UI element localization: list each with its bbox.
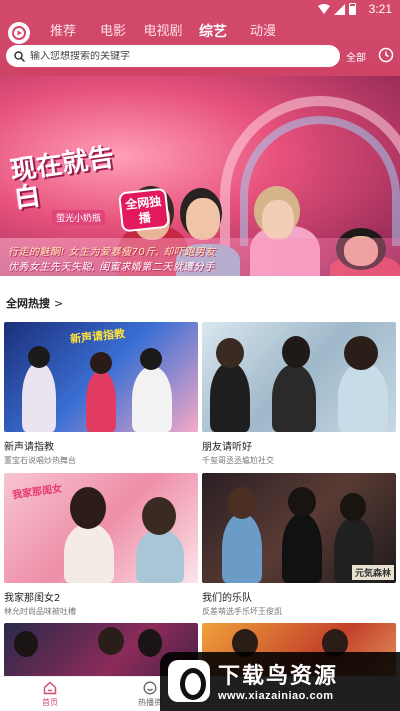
- video-description: 反差萌选手乐坏王俊凯: [202, 607, 282, 616]
- nav-home[interactable]: 首页: [20, 681, 80, 708]
- video-card[interactable]: 朋友请听好 千玺哥丞丞尴尬社交: [202, 322, 396, 466]
- all-categories-button[interactable]: 全部: [346, 49, 366, 64]
- thumbnail-person: [272, 364, 316, 432]
- banner-subtitle: 萤光小奶瓶: [52, 210, 106, 225]
- category-tabs: 推荐 电影 电视剧 综艺 动漫: [38, 22, 288, 42]
- history-icon[interactable]: [378, 47, 394, 63]
- banner-person: [186, 198, 220, 240]
- home-icon: [43, 681, 57, 695]
- wifi-icon: [318, 4, 330, 14]
- thumbnail-person: [90, 352, 112, 374]
- banner-title: 现在就告白: [8, 142, 116, 215]
- watermark-overlay: 下载鸟资源 www.xiazainiao.com: [160, 652, 400, 711]
- thumbnail-person: [22, 362, 56, 432]
- thumbnail-person: [98, 627, 124, 655]
- banner-caption-line: 优秀女生先天失聪, 闺蜜求婚第二天就遭分手: [8, 262, 215, 273]
- thumbnail-logo: 元気森林: [352, 565, 395, 580]
- thumbnail-person: [70, 487, 106, 529]
- video-thumbnail: [202, 322, 396, 432]
- tab-movies[interactable]: 电影: [88, 22, 138, 42]
- thumbnail-person: [282, 513, 322, 583]
- thumbnail-person: [28, 346, 50, 368]
- thumbnail-person: [216, 338, 244, 368]
- thumbnail-person: [140, 348, 162, 370]
- video-description: 董宝石说唱炒热舞台: [4, 456, 76, 465]
- video-card[interactable]: 我家那闺女 我家那闺女2 林允时尚品味被吐槽: [4, 473, 198, 617]
- search-bar[interactable]: [6, 45, 340, 67]
- section-title-text: 全网热搜: [6, 297, 50, 310]
- video-title: 我家那闺女2: [4, 593, 61, 604]
- thumbnail-person: [132, 366, 172, 432]
- video-title: 朋友请听好: [202, 442, 252, 453]
- video-title: 我们的乐队: [202, 593, 252, 604]
- video-card[interactable]: 新声请指教 新声请指教 董宝石说唱炒热舞台: [4, 322, 198, 466]
- nav-label: 首页: [42, 698, 58, 707]
- signal-icon: [334, 3, 345, 15]
- status-time: 3:21: [368, 2, 392, 16]
- smile-icon: [143, 681, 157, 695]
- thumbnail-person: [64, 523, 114, 583]
- video-thumbnail: 我家那闺女: [4, 473, 198, 583]
- thumbnail-person: [138, 629, 162, 657]
- video-title: 新声请指教: [4, 442, 54, 453]
- battery-icon: [349, 3, 356, 15]
- thumbnail-person: [228, 487, 256, 519]
- video-description: 千玺哥丞丞尴尬社交: [202, 456, 274, 465]
- watermark-url: www.xiazainiao.com: [218, 690, 334, 702]
- app-header: 推荐 电影 电视剧 综艺 动漫 全部: [0, 18, 400, 76]
- thumbnail-person: [344, 336, 378, 370]
- watermark-logo-icon: [168, 660, 210, 702]
- video-thumbnail: 元気森林: [202, 473, 396, 583]
- tab-variety[interactable]: 综艺: [188, 22, 238, 42]
- hot-search-section-title[interactable]: 全网热搜 >: [6, 295, 63, 311]
- thumbnail-person: [288, 487, 316, 517]
- tab-recommend[interactable]: 推荐: [38, 22, 88, 42]
- thumbnail-person: [14, 631, 38, 657]
- thumbnail-person: [142, 497, 176, 535]
- thumbnail-logo: 我家那闺女: [11, 483, 63, 502]
- search-input[interactable]: [30, 50, 320, 62]
- watermark-title: 下载鸟资源: [218, 664, 339, 689]
- banner-person: [262, 200, 294, 240]
- app-logo-icon[interactable]: [8, 22, 30, 44]
- thumbnail-person: [222, 513, 262, 583]
- search-icon: [14, 50, 25, 62]
- tab-anime[interactable]: 动漫: [238, 22, 288, 42]
- thumbnail-person: [86, 370, 116, 432]
- thumbnail-person: [338, 362, 388, 432]
- thumbnail-person: [136, 529, 184, 583]
- status-bar: 3:21: [0, 0, 400, 18]
- thumbnail-person: [282, 336, 310, 368]
- video-description: 林允时尚品味被吐槽: [4, 607, 76, 616]
- tab-tv-series[interactable]: 电视剧: [138, 22, 188, 42]
- video-card[interactable]: 元気森林 我们的乐队 反差萌选手乐坏王俊凯: [202, 473, 396, 617]
- thumbnail-logo: 新声请指教: [69, 327, 126, 346]
- banner-caption-line: 行走的魅酮! 女生为爱暴瘦70斤, 却吓跑男友: [8, 247, 216, 258]
- thumbnail-person: [210, 362, 250, 432]
- status-icons: [318, 3, 356, 15]
- chevron-right-icon: >: [54, 296, 64, 310]
- thumbnail-person: [340, 493, 366, 521]
- exclusive-badge: 全网独播: [118, 187, 170, 233]
- video-thumbnail: 新声请指教: [4, 322, 198, 432]
